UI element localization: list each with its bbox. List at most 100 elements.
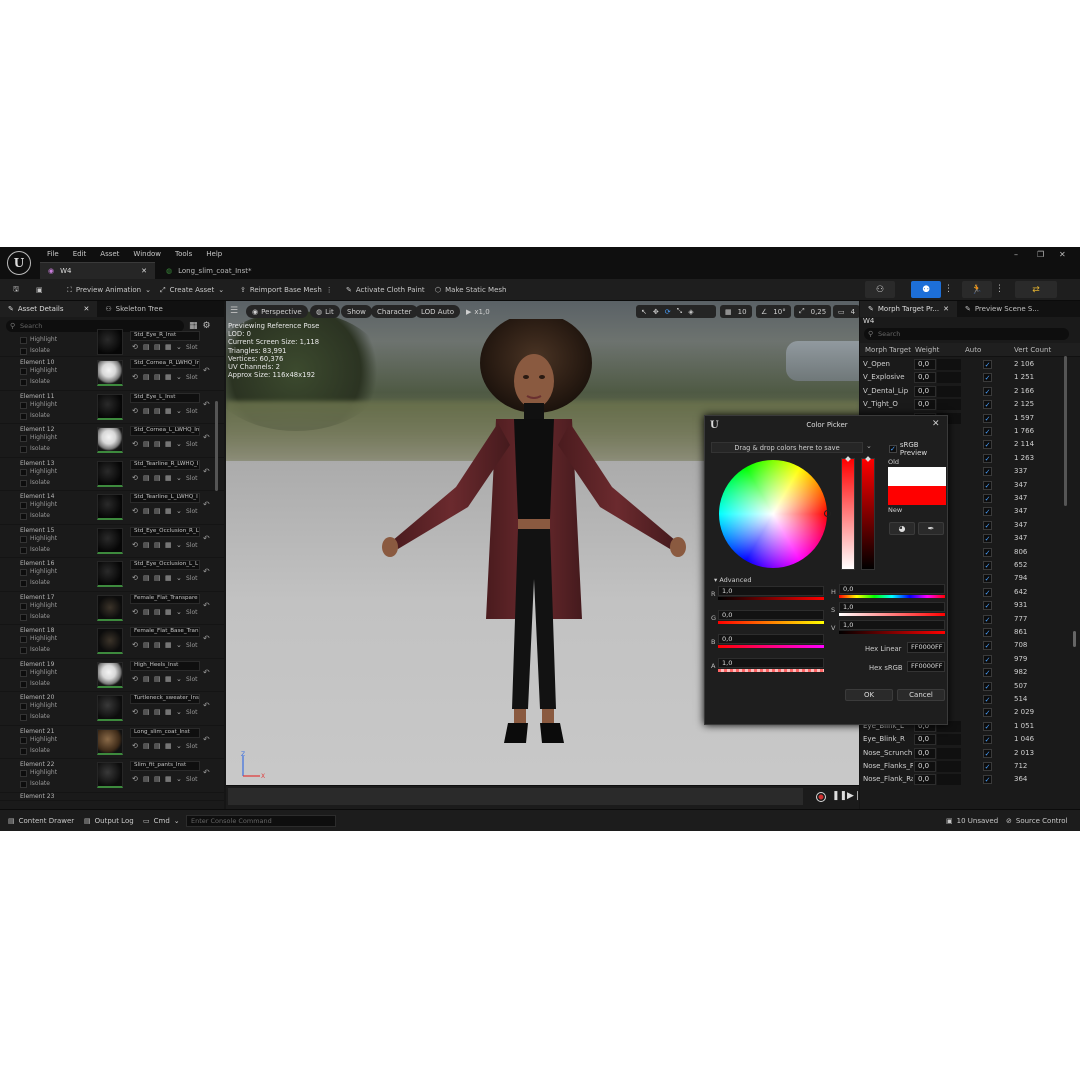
highlight-checkbox[interactable] <box>20 435 27 442</box>
reset-to-default-icon[interactable]: ↶ <box>203 668 210 677</box>
material-thumbnail[interactable] <box>97 695 123 721</box>
material-name-field[interactable]: Long_slim_coat_Inst <box>130 727 200 738</box>
highlight-checkbox[interactable] <box>20 368 27 375</box>
auto-checkbox[interactable]: ✓ <box>983 762 992 771</box>
close-window-button[interactable]: ✕ <box>1059 250 1066 259</box>
auto-checkbox[interactable]: ✓ <box>983 587 992 597</box>
material-name-field[interactable]: Std_Tearline_L_LWHQ_I <box>130 493 200 503</box>
close-tab-icon[interactable]: ✕ <box>943 305 949 313</box>
copy-icon[interactable]: ▤ <box>154 775 161 783</box>
g-gradient[interactable] <box>718 621 824 624</box>
checker-icon[interactable]: ▦ <box>165 708 172 716</box>
weight-field[interactable]: 0,0 <box>914 761 936 772</box>
camera-speed-button[interactable]: ▭ 4 <box>833 305 859 318</box>
tab-skeleton-tree[interactable]: ⚇ Skeleton Tree <box>97 301 170 317</box>
tab-preview-scene-settings[interactable]: ✎ Preview Scene S... <box>957 301 1047 317</box>
morph-scrollbar[interactable] <box>1064 356 1067 506</box>
chevron-down-icon[interactable]: ⌄ <box>176 343 182 351</box>
checker-icon[interactable]: ▦ <box>165 440 172 448</box>
material-thumbnail[interactable] <box>97 661 123 688</box>
auto-checkbox[interactable]: ✓ <box>983 360 992 369</box>
playback-speed-button[interactable]: ▶ x1,0 <box>460 305 496 318</box>
chevron-down-icon[interactable]: ⌄ <box>176 641 182 649</box>
auto-checkbox[interactable]: ✓ <box>983 520 992 530</box>
ok-button[interactable]: OK <box>845 689 893 701</box>
morph-target-row[interactable]: Nose_Flanks_R 0,0 ✓ 712 <box>860 760 1070 773</box>
r-gradient[interactable] <box>718 597 824 600</box>
weight-slider[interactable] <box>937 372 961 384</box>
slider-handle-icon[interactable] <box>845 456 851 462</box>
auto-checkbox[interactable]: ✓ <box>983 775 992 785</box>
reset-icon[interactable]: ⟲ <box>132 541 138 549</box>
browse-icon[interactable]: ▤ <box>143 708 150 716</box>
checker-icon[interactable]: ▦ <box>165 507 172 515</box>
morph-target-row[interactable]: Nose_Scrunch 0,0 ✓ 2 013 <box>860 747 1070 760</box>
advanced-section[interactable]: ▾ Advanced <box>714 576 751 584</box>
material-thumbnail[interactable] <box>97 762 123 788</box>
browse-icon[interactable]: ▤ <box>143 608 150 616</box>
console-input[interactable]: Enter Console Command <box>186 815 336 827</box>
auto-checkbox[interactable]: ✓ <box>983 480 992 490</box>
weight-field[interactable]: 0,0 <box>914 399 936 411</box>
auto-checkbox[interactable]: ✓ <box>983 386 992 396</box>
auto-checkbox[interactable]: ✓ <box>983 507 992 517</box>
chevron-down-icon[interactable]: ⌄ <box>176 440 182 448</box>
auto-checkbox[interactable]: ✓ <box>983 748 992 758</box>
angle-snap-button[interactable]: ∠ 10° <box>756 305 791 318</box>
copy-icon[interactable]: ▤ <box>154 641 161 649</box>
more-options-icon[interactable]: ⋮ <box>995 284 1004 294</box>
auto-checkbox[interactable]: ✓ <box>983 453 992 463</box>
material-name-field[interactable]: High_Heels_Inst <box>130 660 200 671</box>
checker-icon[interactable]: ▦ <box>165 343 172 351</box>
record-button[interactable] <box>816 792 826 802</box>
material-name-field[interactable]: Female_Flat_Transpare <box>130 593 200 604</box>
menu-edit[interactable]: Edit <box>66 250 94 258</box>
auto-checkbox[interactable]: ✓ <box>983 735 992 745</box>
menu-help[interactable]: Help <box>199 250 229 258</box>
select-icon[interactable]: ↖ <box>641 308 647 316</box>
scale-icon[interactable]: ⤡ <box>677 307 683 316</box>
reset-icon[interactable]: ⟲ <box>132 742 138 750</box>
reset-to-default-icon[interactable]: ↶ <box>203 567 210 576</box>
material-thumbnail[interactable] <box>97 460 123 487</box>
reset-icon[interactable]: ⟲ <box>132 474 138 482</box>
weight-slider[interactable] <box>937 359 961 370</box>
checker-icon[interactable]: ▦ <box>165 574 172 582</box>
highlight-checkbox[interactable] <box>20 468 27 476</box>
isolate-checkbox[interactable] <box>20 412 27 420</box>
reimport-base-mesh-button[interactable]: ⇪ Reimport Base Mesh ⋮ <box>235 282 338 298</box>
save-button[interactable]: 🖫 <box>8 282 24 298</box>
material-name-field[interactable]: Std_Eye_Occlusion_R_L <box>130 526 200 537</box>
auto-checkbox[interactable]: ✓ <box>983 561 992 570</box>
value-slider[interactable] <box>861 456 875 570</box>
hex-srgb-field[interactable]: FF0000FF <box>907 661 945 672</box>
copy-icon[interactable]: ▤ <box>154 474 161 482</box>
copy-icon[interactable]: ▤ <box>154 675 161 683</box>
copy-icon[interactable]: ▤ <box>154 343 161 351</box>
isolate-checkbox[interactable] <box>20 446 27 453</box>
browse-button[interactable]: ▣ <box>31 282 48 298</box>
rotate-icon[interactable]: ⟳ <box>665 308 671 316</box>
left-scrollbar[interactable] <box>215 401 218 491</box>
highlight-checkbox[interactable] <box>20 636 27 643</box>
source-control-button[interactable]: ⊘ Source Control <box>1006 814 1067 828</box>
auto-checkbox[interactable]: ✓ <box>983 547 992 557</box>
chevron-down-icon[interactable]: ⌄ <box>176 675 182 683</box>
world-icon[interactable]: ◈ <box>688 308 693 316</box>
copy-icon[interactable]: ▤ <box>154 608 161 616</box>
saturation-slider[interactable] <box>841 456 855 570</box>
timeline-track[interactable] <box>228 788 803 805</box>
morph-target-row[interactable]: V_Tight_O 0,0 ✓ 2 125 <box>860 398 1070 411</box>
material-name-field[interactable]: Female_Flat_Base_Tran <box>130 627 200 637</box>
tab-asset-details[interactable]: ✎ Asset Details ✕ <box>0 301 98 317</box>
auto-checkbox[interactable]: ✓ <box>983 373 992 383</box>
eyedropper-button[interactable]: ✒ <box>918 522 944 535</box>
close-tab-icon[interactable]: ✕ <box>84 305 90 313</box>
reset-icon[interactable]: ⟲ <box>132 641 138 649</box>
reset-icon[interactable]: ⟲ <box>132 574 138 582</box>
morph-target-row[interactable]: Eye_Blink_R 0,0 ✓ 1 046 <box>860 733 1070 746</box>
highlight-checkbox[interactable] <box>20 602 27 610</box>
weight-field[interactable]: 0,0 <box>914 774 936 786</box>
animation-mode-button[interactable]: 🏃 <box>962 281 992 298</box>
material-thumbnail[interactable] <box>97 393 123 420</box>
